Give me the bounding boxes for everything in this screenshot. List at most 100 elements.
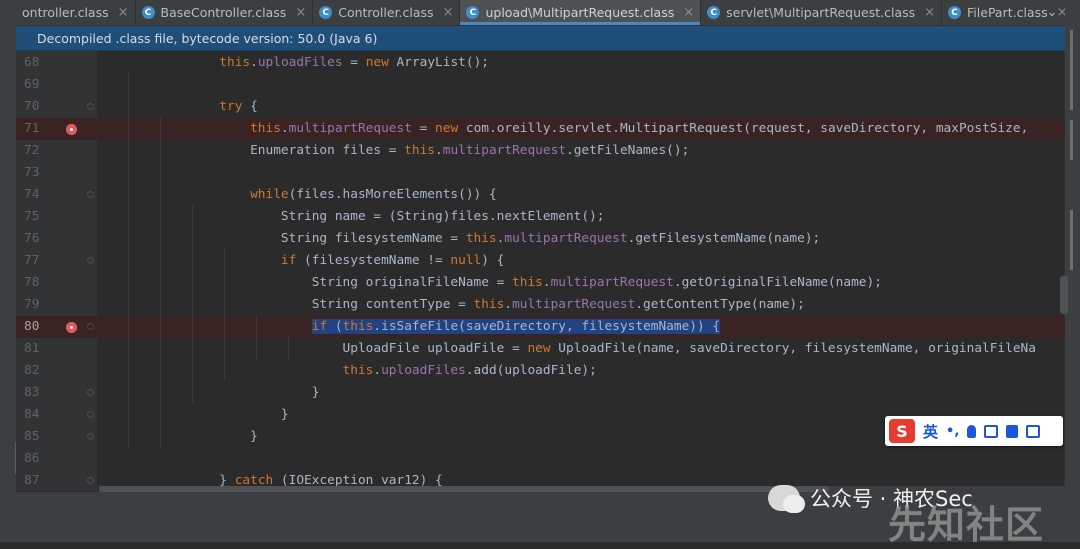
- ime-toolbar[interactable]: S 英 •,: [885, 416, 1063, 446]
- line-number[interactable]: 83: [24, 382, 58, 404]
- right-tool-button[interactable]: [1070, 210, 1073, 270]
- code-token: if: [280, 253, 297, 268]
- line-number[interactable]: 72: [24, 140, 58, 162]
- class-file-icon: C: [319, 6, 333, 19]
- ime-lang-toggle[interactable]: 英: [923, 421, 938, 442]
- breakpoint-icon[interactable]: [66, 322, 77, 333]
- line-number[interactable]: 69: [24, 74, 58, 96]
- close-icon[interactable]: ×: [118, 5, 129, 20]
- editor-tab[interactable]: Cupload\MultipartRequest.class ×: [460, 0, 702, 25]
- line-number[interactable]: 74: [24, 184, 58, 206]
- indent-guide: [224, 249, 225, 381]
- code-line[interactable]: 83 ⬡ }: [16, 382, 1065, 404]
- microphone-icon[interactable]: [967, 424, 977, 438]
- code-token: }: [96, 429, 258, 444]
- line-number[interactable]: 68: [24, 52, 58, 74]
- fold-marker-icon[interactable]: ⬡: [87, 476, 95, 485]
- vertical-scroll-thumb[interactable]: [1060, 276, 1068, 314]
- sogou-logo[interactable]: S: [889, 419, 915, 443]
- line-number[interactable]: 78: [24, 272, 58, 294]
- tabs-overflow-icon[interactable]: ⌄: [1039, 0, 1065, 25]
- code-line[interactable]: 75 String name = (String)files.nextEleme…: [16, 206, 1065, 228]
- code-token: .: [250, 55, 258, 70]
- code-token: UploadFile(name, saveDirectory, filesyst…: [550, 341, 1036, 356]
- editor-tab[interactable]: ontroller.class ×: [16, 0, 136, 25]
- close-icon[interactable]: ×: [924, 5, 935, 20]
- fold-marker-icon[interactable]: ⬡: [87, 322, 95, 331]
- code-line[interactable]: 86: [16, 448, 1065, 470]
- code-line[interactable]: 74 ⬡ while(files.hasMoreElements()) {: [16, 184, 1065, 206]
- code-line[interactable]: 73: [16, 162, 1065, 184]
- code-line[interactable]: 80 ⬡ if (this.isSafeFile(saveDirectory, f…: [16, 316, 1065, 338]
- code-line[interactable]: 78 String originalFileName = this.multip…: [16, 272, 1065, 294]
- code-text: this.multipartRequest = new com.oreilly.…: [96, 118, 1036, 140]
- code-token: {: [242, 99, 258, 114]
- fold-marker-icon[interactable]: ⬡: [87, 410, 95, 419]
- skin-icon[interactable]: [1006, 424, 1019, 438]
- code-line[interactable]: 69: [16, 74, 1065, 96]
- code-line[interactable]: 71 this.multipartRequest = new com.oreil…: [16, 118, 1065, 140]
- line-number[interactable]: 77: [24, 250, 58, 272]
- line-number[interactable]: 87: [24, 470, 58, 491]
- fold-marker-icon[interactable]: ⬡: [87, 256, 95, 265]
- code-token: this: [342, 319, 374, 334]
- line-number[interactable]: 73: [24, 162, 58, 184]
- line-number[interactable]: 81: [24, 338, 58, 360]
- fold-marker-icon[interactable]: ⬡: [87, 102, 95, 111]
- right-tool-button[interactable]: [1070, 120, 1073, 160]
- line-number[interactable]: 84: [24, 404, 58, 426]
- right-tool-button[interactable]: [1070, 30, 1073, 110]
- code-token: while: [250, 187, 289, 202]
- line-number[interactable]: 70: [24, 96, 58, 118]
- code-token: this: [512, 275, 543, 290]
- code-token: .add(uploadFile);: [465, 363, 597, 378]
- code-line[interactable]: 77 ⬡ if (filesystemName != null) {: [16, 250, 1065, 272]
- code-token: multipartRequest: [512, 297, 636, 312]
- line-number[interactable]: 80: [24, 316, 58, 338]
- close-icon[interactable]: ×: [443, 5, 454, 20]
- code-line[interactable]: 70 ⬡ try {: [16, 96, 1065, 118]
- close-icon[interactable]: ×: [295, 5, 306, 20]
- code-token: this: [465, 231, 497, 246]
- line-number[interactable]: 76: [24, 228, 58, 250]
- code-line[interactable]: 79 String contentType = this.multipartRe…: [16, 294, 1065, 316]
- code-token: ArrayList();: [388, 55, 489, 70]
- fold-marker-icon[interactable]: ⬡: [87, 432, 95, 441]
- code-token: .: [542, 275, 551, 290]
- code-line[interactable]: 72 Enumeration files = this.multipartReq…: [16, 140, 1065, 162]
- fold-marker-icon[interactable]: ⬡: [87, 190, 95, 199]
- code-text: }: [96, 426, 258, 448]
- line-number[interactable]: 85: [24, 426, 58, 448]
- breakpoint-icon[interactable]: [66, 124, 77, 135]
- toolbox-icon[interactable]: [1026, 424, 1041, 438]
- indent-guide: [160, 117, 161, 447]
- editor-tab-label: ontroller.class: [22, 5, 109, 20]
- code-token: null: [450, 253, 482, 268]
- editor-tab[interactable]: C Controller.class ×: [313, 0, 461, 25]
- code-line[interactable]: 76 String filesystemName = this.multipar…: [16, 228, 1065, 250]
- line-number[interactable]: 71: [24, 118, 58, 140]
- site-watermark: 先知社区: [888, 503, 1045, 547]
- right-tool-strip: [1064, 0, 1080, 542]
- keyboard-icon[interactable]: [984, 424, 999, 438]
- code-token: new: [527, 341, 551, 356]
- line-number[interactable]: 82: [24, 360, 58, 382]
- code-token: .getFileNames();: [566, 143, 690, 158]
- editor-tab[interactable]: Cservlet\MultipartRequest.class ×: [701, 0, 943, 25]
- ime-punct-toggle[interactable]: •,: [946, 424, 959, 439]
- line-number[interactable]: 86: [24, 448, 58, 470]
- line-number[interactable]: 79: [24, 294, 58, 316]
- close-icon[interactable]: ×: [683, 5, 694, 20]
- line-number[interactable]: 75: [24, 206, 58, 228]
- fold-marker-icon[interactable]: ⬡: [87, 388, 95, 397]
- class-file-icon: C: [948, 6, 962, 19]
- code-line[interactable]: 82 this.uploadFiles.add(uploadFile);: [16, 360, 1065, 382]
- code-token: .getOriginalFileName(name);: [673, 275, 882, 290]
- indent-guide: [192, 205, 193, 403]
- code-line[interactable]: 68 this.uploadFiles = new ArrayList();: [16, 52, 1065, 74]
- editor-tab[interactable]: C BaseController.class ×: [136, 0, 314, 25]
- code-line[interactable]: 81 UploadFile uploadFile = new UploadFil…: [16, 338, 1065, 360]
- code-token: =: [342, 55, 366, 70]
